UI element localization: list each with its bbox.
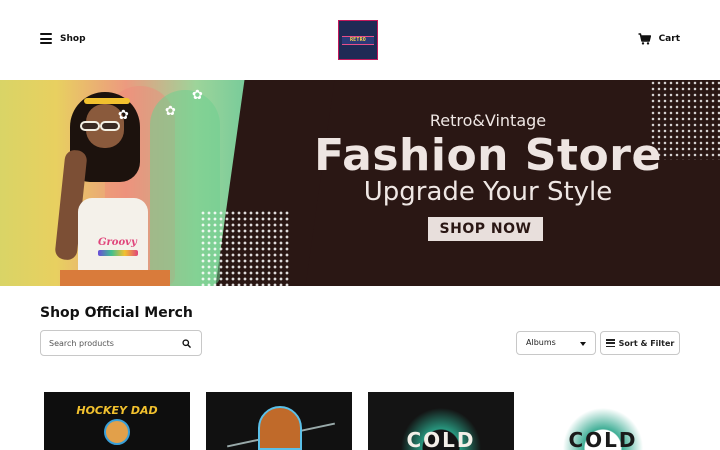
banner-title: Fashion Store	[314, 130, 662, 181]
shop-now-button[interactable]: SHOP NOW	[428, 217, 543, 241]
product-grid: HOCKEY DAD COLD COLD	[44, 392, 680, 450]
category-selected: Albums	[526, 338, 556, 347]
flower-icon: ✿	[192, 88, 203, 103]
logo-mark: RETRO	[342, 35, 374, 45]
halftone-dots-left	[200, 210, 290, 286]
hero-banner[interactable]: Groovy ✿ ✿ ✿ Retro&Vintage Fashion Store…	[0, 80, 720, 286]
cart-label: Cart	[658, 34, 680, 44]
sort-filter-label: Sort & Filter	[618, 338, 675, 348]
search-icon[interactable]	[182, 339, 191, 348]
product-card[interactable]	[206, 392, 352, 450]
product-image	[258, 406, 302, 450]
model-headband	[84, 98, 130, 104]
banner-subtitle: Retro&Vintage	[429, 111, 547, 130]
chevron-down-icon	[580, 342, 586, 346]
category-select[interactable]: Albums	[516, 331, 596, 355]
groovy-shirt-graphic: Groovy	[98, 230, 138, 256]
product-art-text: COLD	[568, 428, 638, 450]
model-skirt	[60, 270, 170, 286]
logo-text: RETRO	[349, 37, 367, 43]
store-logo[interactable]: RETRO	[338, 20, 378, 60]
search-box[interactable]	[40, 330, 202, 356]
hamburger-icon	[40, 33, 52, 44]
product-art-text: HOCKEY DAD	[76, 404, 158, 417]
sort-filter-button[interactable]: Sort & Filter	[600, 331, 680, 355]
site-header: Shop RETRO Cart	[0, 0, 720, 80]
banner-tagline: Upgrade Your Style	[363, 177, 613, 207]
product-image: HOCKEY DAD	[74, 404, 160, 450]
shop-label: Shop	[60, 33, 86, 44]
cart-icon	[638, 33, 651, 45]
section-title: Shop Official Merch	[40, 305, 193, 321]
product-card[interactable]: COLD	[530, 392, 676, 450]
search-input[interactable]	[49, 336, 179, 351]
flower-icon: ✿	[165, 104, 176, 119]
product-card[interactable]: COLD	[368, 392, 514, 450]
sliders-icon	[605, 339, 615, 347]
product-art-text: COLD	[406, 428, 476, 450]
shop-menu-button[interactable]: Shop	[40, 33, 86, 44]
flower-icon: ✿	[118, 108, 129, 123]
shirt-text: Groovy	[98, 237, 137, 248]
product-card[interactable]: HOCKEY DAD	[44, 392, 190, 450]
cart-button[interactable]: Cart	[638, 33, 680, 45]
